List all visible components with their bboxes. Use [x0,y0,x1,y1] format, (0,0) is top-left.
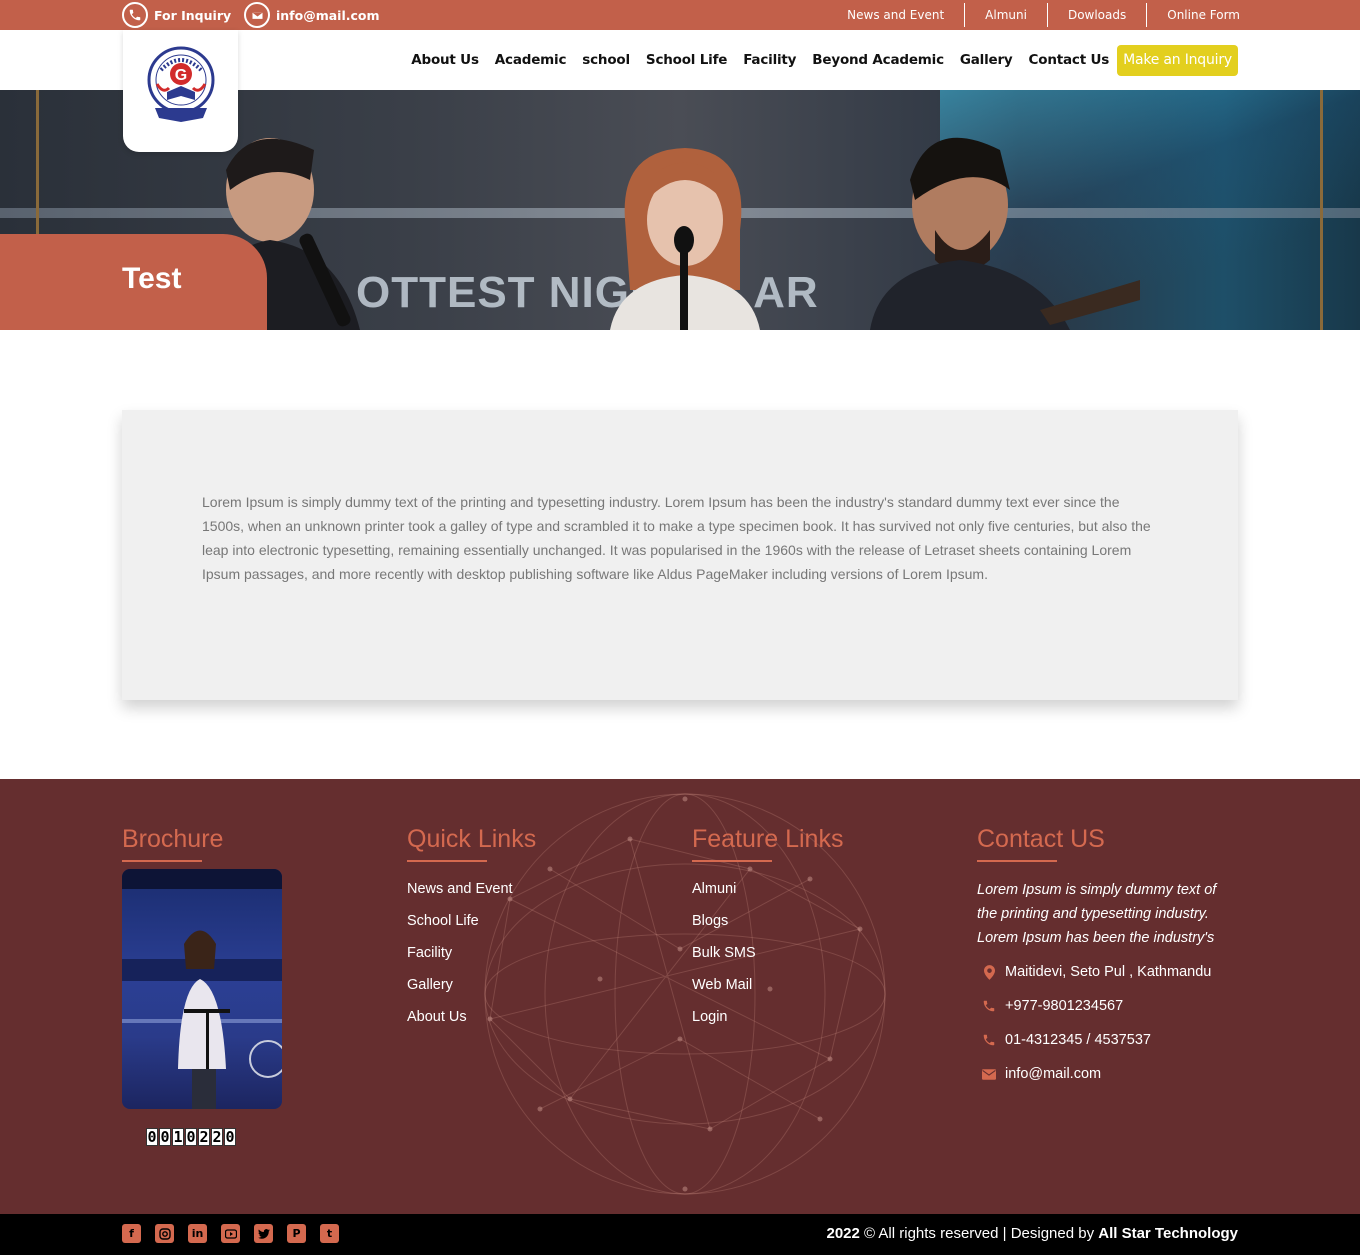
footer-feature-links-column: Feature Links Almuni Blogs Bulk SMS Web … [692,825,843,1038]
bottom-bar: f in P t 2022 © All rights reserved | De… [0,1214,1360,1255]
site-footer: Brochure 0 0 1 0 2 2 0 Quick Links News … [0,779,1360,1214]
feature-link-alumni[interactable]: Almuni [692,878,843,910]
contact-mobile-row[interactable]: +977-9801234567 [977,994,1237,1018]
phone-icon [981,1033,997,1047]
contact-phone: 01-4312345 / 4537537 [1005,1032,1151,1048]
hero-guitarist-image [870,137,1140,330]
hero-singer-center-image [610,148,760,330]
school-crest-icon: G [147,46,214,122]
topbar-links: News and Event Almuni Dowloads Online Fo… [827,0,1240,30]
topbar-email-link[interactable]: info@mail.com [244,0,380,30]
inquiry-label: For Inquiry [154,7,232,23]
feature-link-bulk-sms[interactable]: Bulk SMS [692,942,843,974]
youtube-icon[interactable] [221,1224,240,1243]
contact-address: Maitidevi, Seto Pul , Kathmandu [1005,964,1212,980]
contact-heading: Contact US [977,825,1105,853]
contact-email-row[interactable]: info@mail.com [977,1062,1237,1086]
instagram-icon[interactable] [155,1224,174,1243]
svg-text:G: G [174,67,186,84]
brochure-heading-underline [122,860,202,862]
feature-link-blogs[interactable]: Blogs [692,910,843,942]
inquiry-phone-link[interactable]: For Inquiry [122,0,231,30]
contact-mobile: +977-9801234567 [1005,998,1124,1014]
quick-link-facility[interactable]: Facility [407,942,536,974]
phone-icon [122,2,148,28]
quick-links-heading-underline [407,860,487,862]
counter-digit: 0 [159,1128,171,1146]
feature-links-heading-underline [692,860,772,862]
contact-heading-underline [977,860,1057,862]
social-links: f in P t [122,1224,339,1243]
nav-item-beyond-academic[interactable]: Beyond Academic [812,52,944,68]
topbar-link-news[interactable]: News and Event [827,3,966,27]
nav-item-facility[interactable]: Facility [743,52,796,68]
counter-digit: 0 [185,1128,197,1146]
nav-item-school[interactable]: school [582,52,630,68]
copyright-year: 2022 [826,1225,860,1242]
nav-item-gallery[interactable]: Gallery [960,52,1013,68]
feature-links-list: Almuni Blogs Bulk SMS Web Mail Login [692,878,843,1038]
topbar-email: info@mail.com [276,7,380,23]
tumblr-icon[interactable]: t [320,1224,339,1243]
footer-brochure-column: Brochure 0 0 1 0 2 2 0 [122,825,282,1146]
contact-address-row: Maitidevi, Seto Pul , Kathmandu [977,960,1237,984]
quick-link-about-us[interactable]: About Us [407,1006,536,1038]
hero-frame-line-right [1320,90,1323,330]
envelope-icon [981,1068,997,1080]
linkedin-icon[interactable]: in [188,1224,207,1243]
phone-icon [981,999,997,1013]
quick-links-list: News and Event School Life Facility Gall… [407,878,536,1038]
contact-description: Lorem Ipsum is simply dummy text of the … [977,882,1217,946]
counter-digit: 0 [146,1128,158,1146]
counter-digit: 2 [198,1128,210,1146]
feature-link-web-mail[interactable]: Web Mail [692,974,843,1006]
visitor-counter: 0 0 1 0 2 2 0 [146,1128,236,1146]
contact-phone-row[interactable]: 01-4312345 / 4537537 [977,1028,1237,1052]
content-card: Lorem Ipsum is simply dummy text of the … [122,410,1238,700]
page-title: Test [122,262,182,295]
school-logo[interactable]: G [123,30,238,152]
content-paragraph: Lorem Ipsum is simply dummy text of the … [202,494,1151,582]
nav-item-academic[interactable]: Academic [495,52,567,68]
brochure-image[interactable] [122,869,282,1109]
topbar-link-downloads[interactable]: Dowloads [1048,3,1148,27]
brochure-performer-graphic [122,869,282,1109]
twitter-icon[interactable] [254,1224,273,1243]
brochure-heading: Brochure [122,825,224,853]
envelope-icon [244,2,270,28]
quick-links-heading: Quick Links [407,825,537,853]
designer-link[interactable]: All Star Technology [1098,1225,1238,1242]
counter-digit: 0 [224,1128,236,1146]
nav-item-school-life[interactable]: School Life [646,52,727,68]
copyright-rights: © All rights reserved | Designed by [859,1225,1099,1242]
counter-digit: 1 [172,1128,184,1146]
footer-contact-column: Contact US Lorem Ipsum is simply dummy t… [977,825,1237,1086]
footer-quick-links-column: Quick Links News and Event School Life F… [407,825,536,1038]
facebook-icon[interactable]: f [122,1224,141,1243]
map-pin-icon [981,964,997,980]
nav-item-about-us[interactable]: About Us [411,52,479,68]
copyright-text: 2022 © All rights reserved | Designed by… [826,1225,1238,1242]
make-inquiry-button[interactable]: Make an Inquiry [1117,44,1238,76]
counter-digit: 2 [211,1128,223,1146]
topbar-link-alumni[interactable]: Almuni [965,3,1048,27]
contact-email: info@mail.com [1005,1066,1102,1082]
top-bar: For Inquiry info@mail.com News and Event… [0,0,1360,30]
main-nav: About Us Academic school School Life Fac… [395,44,1238,76]
nav-item-contact-us[interactable]: Contact Us [1029,52,1110,68]
feature-link-login[interactable]: Login [692,1006,843,1038]
quick-link-school-life[interactable]: School Life [407,910,536,942]
quick-link-news-and-event[interactable]: News and Event [407,878,536,910]
topbar-link-online-form[interactable]: Online Form [1147,3,1240,27]
feature-links-heading: Feature Links [692,825,844,853]
quick-link-gallery[interactable]: Gallery [407,974,536,1006]
pinterest-icon[interactable]: P [287,1224,306,1243]
